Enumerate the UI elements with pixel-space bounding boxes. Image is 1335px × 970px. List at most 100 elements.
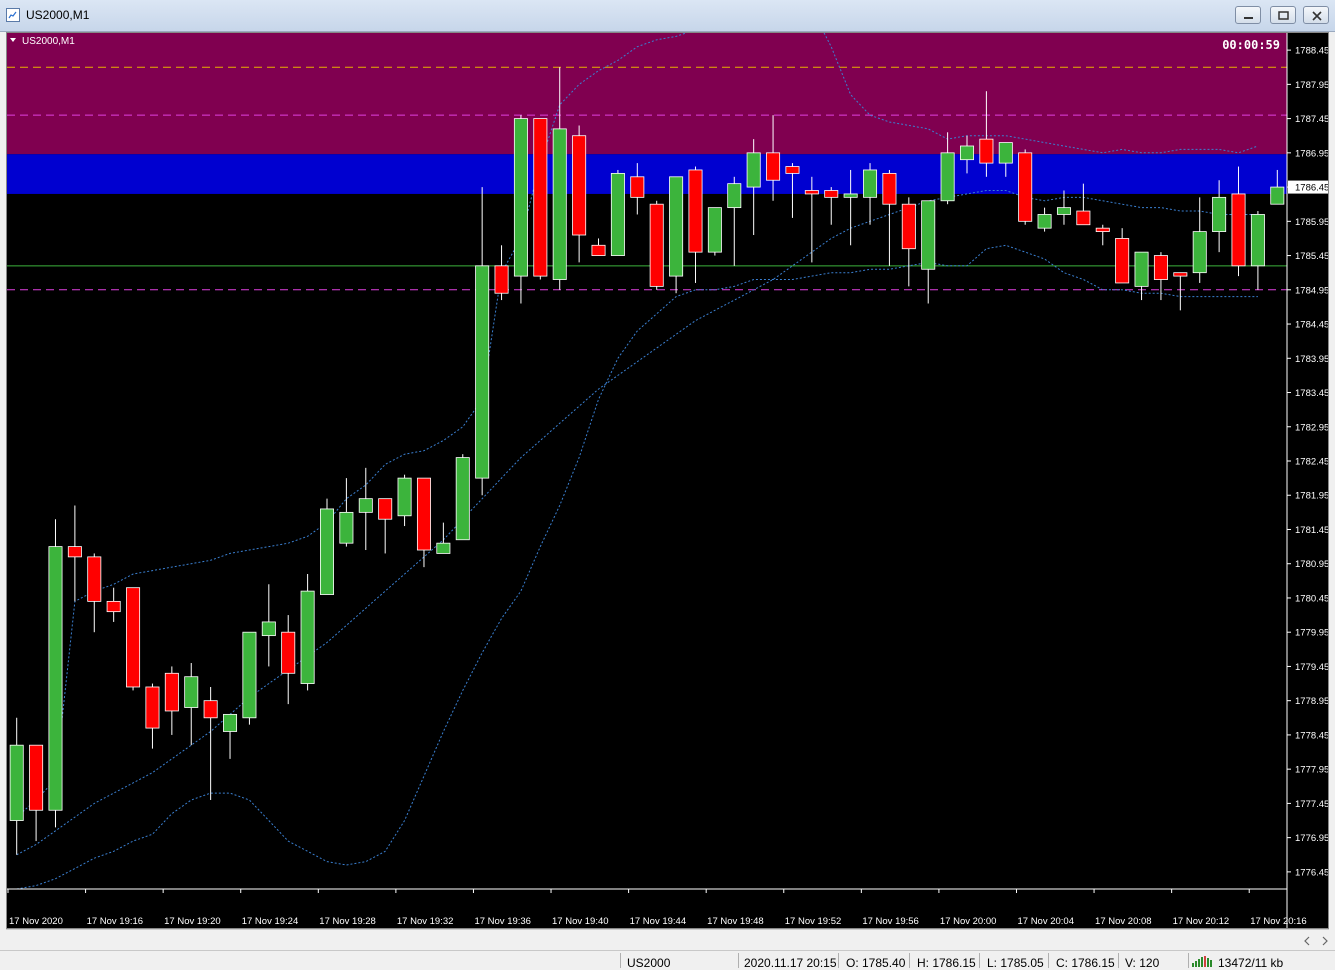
candle [1037,207,1052,232]
candlestick-chart[interactable]: 1788.45 1787.95 1787.45 1786.95 1786.45 1785.… [7,33,1328,928]
close-button[interactable] [1303,6,1329,24]
candle [882,169,897,266]
price-tick-label: 1780.95 [1295,559,1328,570]
candle-body [1095,227,1110,232]
candle [436,522,451,554]
minimize-button[interactable] [1235,6,1261,24]
candle-body [223,713,238,732]
candle [533,118,548,280]
time-tick-label: 17 Nov 20:16 [1250,916,1307,927]
candle-body [669,176,684,277]
candle [242,631,257,725]
candle [106,587,121,622]
candle-body [1037,214,1052,229]
connection-status-icon[interactable] [1191,954,1213,968]
status-bar: US2000 2020.11.17 20:15 O: 1785.40 H: 17… [0,950,1335,970]
scroll-left-icon[interactable] [1304,936,1310,946]
window-title: US2000,M1 [26,8,90,22]
candle-body [184,676,199,708]
bar-timer: 00:00:59 [1222,38,1280,52]
candle-body [843,193,858,198]
candle [901,197,916,287]
candle [475,187,490,496]
time-tick-label: 17 Nov 19:20 [164,916,221,927]
candle [1056,190,1071,225]
time-tick-label: 17 Nov 19:40 [552,916,609,927]
time-tick-label: 17 Nov 20:04 [1017,916,1074,927]
price-tick-label: 1776.95 [1295,833,1328,844]
candle-body [1192,231,1207,274]
candle-body [804,190,819,195]
candle [48,519,63,828]
restore-icon [1278,11,1289,20]
candle-body [766,152,781,181]
candle [9,717,24,855]
candle-body [998,142,1013,164]
candle-body [630,176,645,198]
candle [126,587,141,691]
candle [416,477,431,568]
maximize-button[interactable] [1270,6,1296,24]
horizontal-scrollbar[interactable] [6,929,1329,951]
price-tick-label: 1777.45 [1295,799,1328,810]
candle-body [9,744,24,821]
chart-area[interactable]: 1788.45 1787.95 1787.45 1786.95 1786.45 1785.… [6,32,1329,929]
time-tick-label: 17 Nov 19:16 [87,916,144,927]
candle [1250,211,1265,290]
scroll-right-icon[interactable] [1322,936,1328,946]
price-zone-0 [7,33,1287,155]
time-tick-label: 17 Nov 19:56 [862,916,919,927]
candle [203,686,218,800]
candle-body [921,200,936,270]
candle [164,666,179,735]
candle-body [1173,272,1188,277]
candle-body [164,672,179,712]
candle-body [960,145,974,161]
candle-body [126,587,141,688]
candle-body [1250,214,1265,267]
candle-body [87,556,102,602]
candle-body [1076,210,1091,226]
candle-body [727,183,742,209]
candle-body [145,686,160,729]
time-tick-label: 17 Nov 19:36 [474,916,531,927]
price-tick-label: 1781.45 [1295,525,1328,536]
price-tick-label: 1784.95 [1295,285,1328,296]
candle [824,187,839,225]
price-tick-label: 1776.45 [1295,867,1328,878]
price-tick-label: 1783.45 [1295,388,1328,399]
candle [184,663,199,746]
candle [707,207,722,256]
price-tick-label: 1786.95 [1295,148,1328,159]
candle-body [824,190,839,198]
price-zone-1 [7,154,1287,194]
time-tick-label: 17 Nov 19:24 [242,916,299,927]
candle-body [610,172,625,256]
candle-body [106,600,121,613]
price-tick-label: 1782.95 [1295,422,1328,433]
candle-body [863,169,878,198]
candle [649,200,664,290]
time-tick-label: 17 Nov 20:08 [1095,916,1152,927]
candle [281,615,296,705]
candle [669,176,684,294]
candle [1153,252,1168,301]
scrollbar-track [1304,936,1328,946]
price-tick-label: 1784.45 [1295,320,1328,331]
candle-body [785,166,800,174]
price-tick-label: 1777.95 [1295,765,1328,776]
band-lower [16,244,1258,890]
candle-body [358,498,373,513]
price-tick-label: 1781.95 [1295,491,1328,502]
current-price-marker: 1786.45 [1288,180,1328,194]
time-tick-label: 17 Nov 19:28 [319,916,376,927]
time-tick-label: 17 Nov 19:32 [397,916,454,927]
candle [145,683,160,749]
price-tick-label: 1778.45 [1295,730,1328,741]
candle-body [901,203,916,250]
candle [1173,272,1188,311]
candle [1095,224,1110,246]
candle [320,498,334,595]
candle [223,713,238,759]
candle-body [339,511,354,544]
